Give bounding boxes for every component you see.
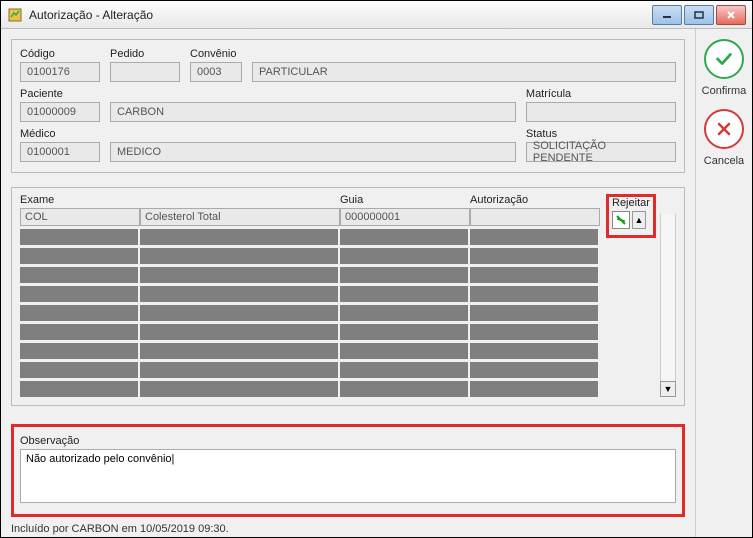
- rejeitar-highlight: Rejeitar ▲: [606, 194, 656, 238]
- field-matricula: [526, 102, 676, 122]
- app-icon: [7, 7, 23, 23]
- label-codigo: Código: [20, 48, 100, 60]
- field-codigo: 0100176: [20, 62, 100, 82]
- col-rejeitar: Rejeitar: [612, 197, 650, 209]
- cell-exame-name[interactable]: Colesterol Total: [140, 208, 340, 226]
- x-icon: [714, 119, 734, 139]
- scroll-down-button[interactable]: ▼: [660, 381, 676, 397]
- header-panel: Código 0100176 Pedido Convênio 0003 PART…: [11, 39, 685, 173]
- grid-panel: Exame Guia Autorização COL Colesterol: [11, 187, 685, 406]
- rejeitar-scroll-up[interactable]: ▲: [632, 211, 646, 229]
- label-convenio: Convênio: [190, 48, 242, 60]
- side-actions: Confirma Cancela: [695, 29, 752, 537]
- maximize-button[interactable]: [684, 5, 714, 25]
- field-paciente-code: 01000009: [20, 102, 100, 122]
- check-icon: [713, 48, 735, 70]
- minimize-button[interactable]: [652, 5, 682, 25]
- label-status: Status: [526, 128, 676, 140]
- confirma-button[interactable]: [704, 39, 744, 79]
- app-window: Autorização - Alteração Código 0100176 P…: [0, 0, 753, 538]
- cancela-label: Cancela: [704, 155, 744, 167]
- field-pedido: [110, 62, 180, 82]
- label-paciente: Paciente: [20, 88, 100, 100]
- label-pedido: Pedido: [110, 48, 180, 60]
- field-paciente-name: CARBON: [110, 102, 516, 122]
- empty-cell: [20, 229, 140, 245]
- cell-autorizacao[interactable]: [470, 208, 600, 226]
- confirma-label: Confirma: [702, 85, 747, 97]
- observacao-input[interactable]: [20, 449, 676, 503]
- field-convenio-code: 0003: [190, 62, 242, 82]
- rejeitar-checkbox[interactable]: [612, 211, 630, 229]
- grid-scrollbar[interactable]: ▼: [660, 194, 676, 397]
- window-controls: [652, 5, 746, 25]
- col-exame: Exame: [20, 194, 140, 208]
- col-exame-name: [140, 194, 340, 208]
- cell-guia[interactable]: 000000001: [340, 208, 470, 226]
- cell-exame-code[interactable]: COL: [20, 208, 140, 226]
- label-medico: Médico: [20, 128, 100, 140]
- window-title: Autorização - Alteração: [29, 8, 652, 22]
- footer-text: Incluído por CARBON em 10/05/2019 09:30.: [11, 523, 685, 535]
- field-medico-code: 0100001: [20, 142, 100, 162]
- observacao-panel: Observação: [11, 424, 685, 517]
- label-matricula: Matrícula: [526, 88, 676, 100]
- col-autorizacao: Autorização: [470, 194, 600, 208]
- label-observacao: Observação: [20, 435, 79, 447]
- col-guia: Guia: [340, 194, 470, 208]
- field-status: SOLICITAÇÃO PENDENTE: [526, 142, 676, 162]
- field-convenio-name: PARTICULAR: [252, 62, 676, 82]
- cancela-button[interactable]: [704, 109, 744, 149]
- field-medico-name: MEDICO: [110, 142, 516, 162]
- close-button[interactable]: [716, 5, 746, 25]
- titlebar[interactable]: Autorização - Alteração: [1, 1, 752, 29]
